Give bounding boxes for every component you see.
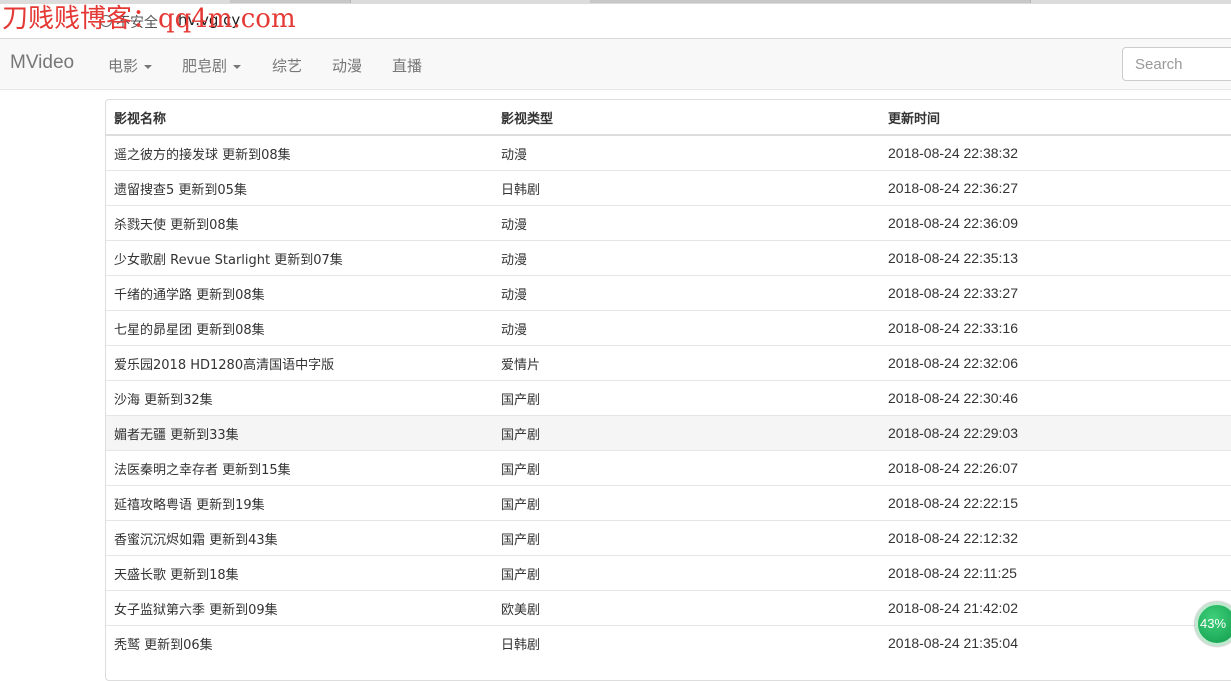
table-row[interactable]: 少女歌剧 Revue Starlight 更新到07集 动漫 2018-08-24 … bbox=[106, 240, 1231, 276]
browser-tab[interactable] bbox=[920, 0, 1031, 3]
browser-tab[interactable] bbox=[810, 0, 921, 3]
cell-title[interactable]: 女子监狱第六季 更新到09集 bbox=[106, 590, 493, 626]
cell-type: 日韩剧 bbox=[493, 625, 880, 660]
navbar: MVideo 电影 肥皂剧 综艺 动漫 直播 bbox=[0, 39, 1231, 90]
browser-tab[interactable] bbox=[590, 0, 701, 3]
cell-type: 动漫 bbox=[493, 275, 880, 311]
cell-title[interactable]: 媚者无疆 更新到33集 bbox=[106, 415, 493, 451]
cell-type: 日韩剧 bbox=[493, 170, 880, 206]
cell-updated: 2018-08-24 22:11:25 bbox=[880, 555, 1231, 591]
nav-item-label: 直播 bbox=[392, 57, 423, 75]
video-table: 影视名称 影视类型 更新时间 遥之彼方的接发球 更新到08集 动漫 2018-08-… bbox=[106, 100, 1231, 660]
cell-title[interactable]: 杀戮天使 更新到08集 bbox=[106, 205, 493, 241]
cell-title[interactable]: 延禧攻略粤语 更新到19集 bbox=[106, 485, 493, 521]
table-row[interactable]: 遥之彼方的接发球 更新到08集 动漫 2018-08-24 22:38:32 bbox=[106, 134, 1231, 171]
table-row[interactable]: 千绪的通学路 更新到08集 动漫 2018-08-24 22:33:27 bbox=[106, 275, 1231, 311]
cell-type: 国产剧 bbox=[493, 555, 880, 591]
table-row[interactable]: 遗留搜查5 更新到05集 日韩剧 2018-08-24 22:36:27 bbox=[106, 170, 1231, 206]
nav-item-label: 电影 bbox=[108, 57, 139, 75]
cell-title[interactable]: 七星的昴星团 更新到08集 bbox=[106, 310, 493, 346]
nav-item-label: 动漫 bbox=[332, 57, 363, 75]
caret-down-icon bbox=[144, 64, 153, 69]
cell-type: 动漫 bbox=[493, 205, 880, 241]
table-row[interactable]: 媚者无疆 更新到33集 国产剧 2018-08-24 22:29:03 bbox=[106, 415, 1231, 451]
table-row[interactable]: 杀戮天使 更新到08集 动漫 2018-08-24 22:36:09 bbox=[106, 205, 1231, 241]
cell-type: 动漫 bbox=[493, 310, 880, 346]
cell-updated: 2018-08-24 22:36:27 bbox=[880, 170, 1231, 206]
table-row[interactable]: 香蜜沉沉烬如霜 更新到43集 国产剧 2018-08-24 22:12:32 bbox=[106, 520, 1231, 556]
table-row[interactable]: 秃鹫 更新到06集 日韩剧 2018-08-24 21:35:04 bbox=[106, 625, 1231, 660]
cell-type: 动漫 bbox=[493, 240, 880, 276]
column-header-updated[interactable]: 更新时间 bbox=[880, 100, 1231, 136]
cell-updated: 2018-08-24 22:33:16 bbox=[880, 310, 1231, 346]
column-header-type[interactable]: 影视类型 bbox=[493, 100, 880, 136]
nav-item-movies[interactable]: 电影 bbox=[108, 55, 153, 76]
cell-updated: 2018-08-24 22:29:03 bbox=[880, 415, 1231, 451]
video-table-panel: 影视名称 影视类型 更新时间 遥之彼方的接发球 更新到08集 动漫 2018-08-… bbox=[105, 99, 1231, 681]
progress-badge[interactable]: 43% bbox=[1195, 602, 1231, 646]
column-header-title[interactable]: 影视名称 bbox=[106, 100, 493, 136]
nav-item-anime[interactable]: 动漫 bbox=[332, 55, 362, 76]
table-body: 遥之彼方的接发球 更新到08集 动漫 2018-08-24 22:38:32 遗留搜查… bbox=[106, 134, 1231, 660]
cell-type: 国产剧 bbox=[493, 485, 880, 521]
cell-updated: 2018-08-24 22:26:07 bbox=[880, 450, 1231, 486]
caret-down-icon bbox=[233, 64, 242, 69]
cell-type: 欧美剧 bbox=[493, 590, 880, 626]
nav-item-variety[interactable]: 综艺 bbox=[272, 55, 302, 76]
cell-updated: 2018-08-24 22:32:06 bbox=[880, 345, 1231, 381]
cell-updated: 2018-08-24 21:35:04 bbox=[880, 625, 1231, 660]
cell-type: 动漫 bbox=[493, 134, 880, 171]
cell-title[interactable]: 秃鹫 更新到06集 bbox=[106, 625, 493, 660]
browser-tab[interactable] bbox=[700, 0, 811, 3]
watermark: 刀贱贱博客：qq4m.com bbox=[2, 4, 296, 34]
cell-title[interactable]: 遗留搜查5 更新到05集 bbox=[106, 170, 493, 206]
cell-updated: 2018-08-24 21:42:02 bbox=[880, 590, 1231, 626]
cell-title[interactable]: 香蜜沉沉烬如霜 更新到43集 bbox=[106, 520, 493, 556]
cell-title[interactable]: 天盛长歌 更新到18集 bbox=[106, 555, 493, 591]
cell-type: 国产剧 bbox=[493, 380, 880, 416]
cell-type: 爱情片 bbox=[493, 345, 880, 381]
nav-item-soap-opera[interactable]: 肥皂剧 bbox=[182, 55, 242, 76]
cell-title[interactable]: 少女歌剧 Revue Starlight 更新到07集 bbox=[106, 240, 493, 276]
table-row[interactable]: 天盛长歌 更新到18集 国产剧 2018-08-24 22:11:25 bbox=[106, 555, 1231, 591]
cell-updated: 2018-08-24 22:35:13 bbox=[880, 240, 1231, 276]
cell-updated: 2018-08-24 22:22:15 bbox=[880, 485, 1231, 521]
cell-updated: 2018-08-24 22:12:32 bbox=[880, 520, 1231, 556]
search-input[interactable] bbox=[1122, 47, 1231, 81]
cell-title[interactable]: 爱乐园2018 HD1280高清国语中字版 bbox=[106, 345, 493, 381]
cell-type: 国产剧 bbox=[493, 520, 880, 556]
cell-updated: 2018-08-24 22:30:46 bbox=[880, 380, 1231, 416]
table-row[interactable]: 爱乐园2018 HD1280高清国语中字版 爱情片 2018-08-24 22:32… bbox=[106, 345, 1231, 381]
cell-updated: 2018-08-24 22:33:27 bbox=[880, 275, 1231, 311]
table-header-row: 影视名称 影视类型 更新时间 bbox=[106, 100, 1231, 136]
cell-type: 国产剧 bbox=[493, 450, 880, 486]
cell-title[interactable]: 千绪的通学路 更新到08集 bbox=[106, 275, 493, 311]
nav-item-label: 综艺 bbox=[272, 57, 303, 75]
nav-item-label: 肥皂剧 bbox=[182, 57, 228, 75]
cell-type: 国产剧 bbox=[493, 415, 880, 451]
table-row[interactable]: 延禧攻略粤语 更新到19集 国产剧 2018-08-24 22:22:15 bbox=[106, 485, 1231, 521]
cell-title[interactable]: 遥之彼方的接发球 更新到08集 bbox=[106, 134, 493, 171]
table-row[interactable]: 七星的昴星团 更新到08集 动漫 2018-08-24 22:33:16 bbox=[106, 310, 1231, 346]
cell-title[interactable]: 法医秦明之幸存者 更新到15集 bbox=[106, 450, 493, 486]
cell-title[interactable]: 沙海 更新到32集 bbox=[106, 380, 493, 416]
brand-logo[interactable]: MVideo bbox=[10, 52, 74, 74]
table-row[interactable]: 女子监狱第六季 更新到09集 欧美剧 2018-08-24 21:42:02 bbox=[106, 590, 1231, 626]
cell-updated: 2018-08-24 22:38:32 bbox=[880, 134, 1231, 171]
table-row[interactable]: 法医秦明之幸存者 更新到15集 国产剧 2018-08-24 22:26:07 bbox=[106, 450, 1231, 486]
table-row[interactable]: 沙海 更新到32集 国产剧 2018-08-24 22:30:46 bbox=[106, 380, 1231, 416]
cell-updated: 2018-08-24 22:36:09 bbox=[880, 205, 1231, 241]
nav-item-live[interactable]: 直播 bbox=[392, 55, 422, 76]
